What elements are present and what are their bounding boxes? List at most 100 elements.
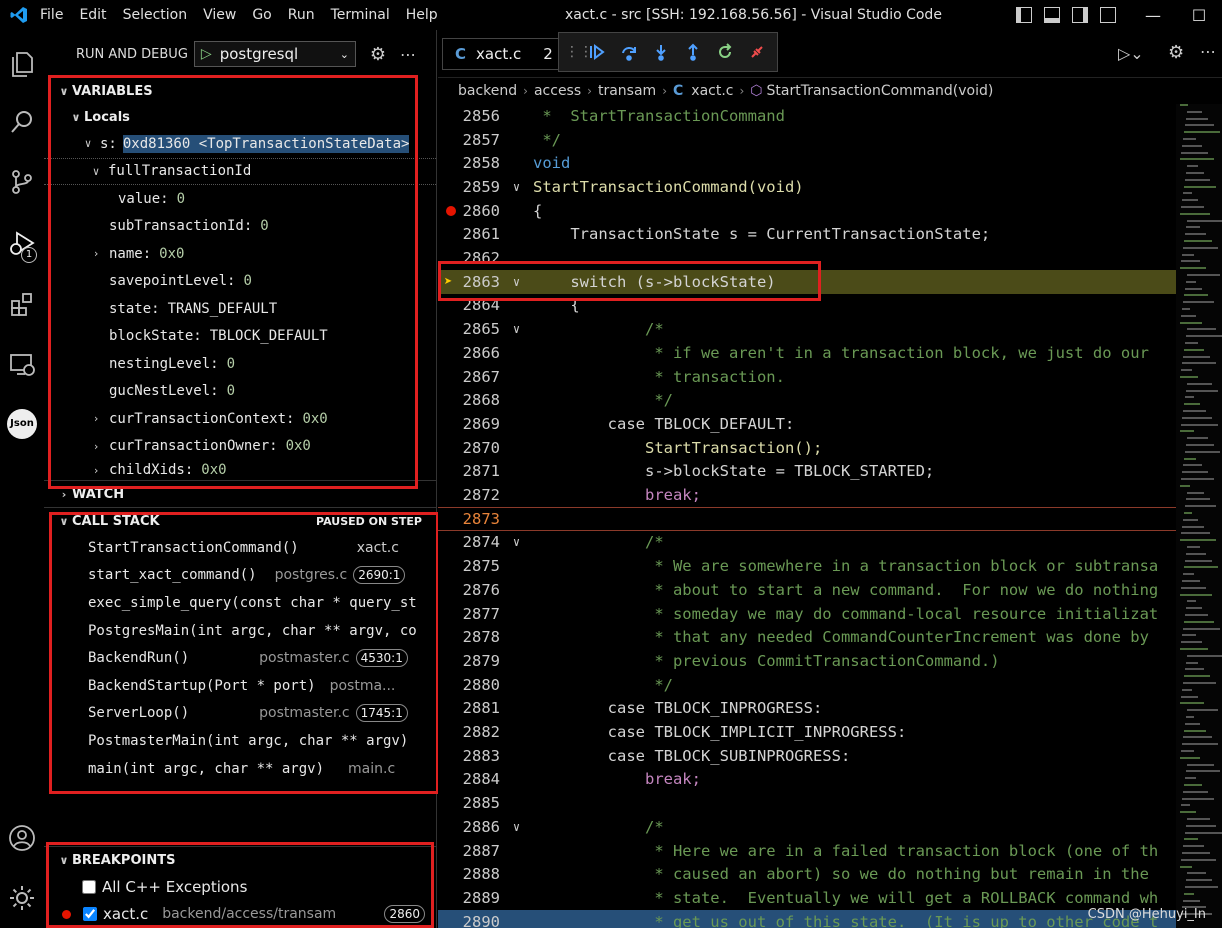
- restart-icon[interactable]: [709, 36, 741, 68]
- variable-gucNestLevel[interactable]: gucNestLevel: 0: [44, 378, 436, 406]
- editor-settings-gear-icon[interactable]: ⚙: [1168, 42, 1184, 63]
- code-line[interactable]: 2890 * get us out of this state. (It is …: [438, 909, 1178, 928]
- fold-chevron-icon[interactable]: ∨: [500, 180, 533, 194]
- code-line[interactable]: 2886 ∨ /*: [438, 815, 1178, 839]
- code-line[interactable]: 2859 ∨ StartTransactionCommand(void): [438, 175, 1178, 199]
- more-actions-icon[interactable]: ⋯: [400, 45, 416, 64]
- search-icon[interactable]: [0, 100, 44, 144]
- stack-frame[interactable]: BackendRun() postmaster.c 4530:1: [44, 644, 436, 672]
- code-line[interactable]: 2862: [438, 246, 1178, 270]
- menu-help[interactable]: Help: [398, 0, 446, 30]
- stack-frame[interactable]: PostmasterMain(int argc, char ** argv): [44, 727, 436, 755]
- accounts-icon[interactable]: [0, 816, 44, 860]
- code-line[interactable]: 2887 * Here we are in a failed transacti…: [438, 839, 1178, 863]
- json-extension-icon[interactable]: Json: [0, 402, 44, 446]
- code-editor[interactable]: 2856 * StartTransactionCommand 2857 */285…: [438, 104, 1178, 928]
- call-stack-section-header[interactable]: ∨ CALL STACK PAUSED ON STEP: [44, 507, 436, 534]
- menu-terminal[interactable]: Terminal: [323, 0, 398, 30]
- code-line[interactable]: 2881 case TBLOCK_INPROGRESS:: [438, 697, 1178, 721]
- code-line[interactable]: 2871 s->blockState = TBLOCK_STARTED;: [438, 460, 1178, 484]
- breadcrumb-item[interactable]: access: [534, 83, 581, 99]
- maximize-button[interactable]: ☐: [1176, 0, 1222, 30]
- code-line[interactable]: 2876 * about to start a new command. For…: [438, 578, 1178, 602]
- extensions-icon[interactable]: [0, 282, 44, 326]
- locals-scope[interactable]: ∨ Locals: [44, 104, 436, 130]
- toggle-secondary-sidebar-icon[interactable]: [1072, 7, 1088, 23]
- stack-frame[interactable]: PostgresMain(int argc, char ** argv, co: [44, 617, 436, 645]
- code-line[interactable]: 2874 ∨ /*: [438, 531, 1178, 555]
- code-line[interactable]: 2885: [438, 791, 1178, 815]
- variable-s[interactable]: ∨ s: 0xd81360 <TopTransactionStateData>: [44, 130, 436, 158]
- code-line[interactable]: 2878 * that any needed CommandCounterInc…: [438, 625, 1178, 649]
- stack-frame[interactable]: start_xact_command() postgres.c 2690:1: [44, 562, 436, 590]
- variable-childXids[interactable]: › childXids: 0x0: [44, 460, 436, 480]
- toggle-primary-sidebar-icon[interactable]: [1016, 7, 1032, 23]
- breakpoint-checkbox[interactable]: [83, 907, 97, 922]
- code-line[interactable]: 2869 case TBLOCK_DEFAULT:: [438, 412, 1178, 436]
- code-line[interactable]: 2888 * caused an abort) so we do nothing…: [438, 862, 1178, 886]
- remote-explorer-icon[interactable]: [0, 342, 44, 386]
- code-line[interactable]: 2858 void: [438, 151, 1178, 175]
- minimize-button[interactable]: —: [1130, 0, 1176, 30]
- menu-selection[interactable]: Selection: [115, 0, 196, 30]
- stack-frame[interactable]: ServerLoop() postmaster.c 1745:1: [44, 700, 436, 728]
- breadcrumb-item[interactable]: transam: [598, 83, 656, 99]
- disconnect-icon[interactable]: [741, 36, 773, 68]
- menu-edit[interactable]: Edit: [71, 0, 114, 30]
- debug-run-icon[interactable]: ▷⌄: [1118, 44, 1144, 63]
- step-out-icon[interactable]: [677, 36, 709, 68]
- fold-chevron-icon[interactable]: ∨: [500, 322, 533, 336]
- code-line[interactable]: 2877 * someday we may do command-local r…: [438, 602, 1178, 626]
- minimap[interactable]: [1176, 104, 1222, 928]
- code-line[interactable]: 2861 TransactionState s = CurrentTransac…: [438, 223, 1178, 247]
- explorer-icon[interactable]: [0, 42, 44, 86]
- code-line[interactable]: 2879 * previous CommitTransactionCommand…: [438, 649, 1178, 673]
- variable-savepointLevel[interactable]: savepointLevel: 0: [44, 268, 436, 296]
- stack-frame[interactable]: StartTransactionCommand() xact.c: [44, 534, 436, 562]
- code-line[interactable]: 2882 case TBLOCK_IMPLICIT_INPROGRESS:: [438, 720, 1178, 744]
- variable-curTransactionOwner[interactable]: › curTransactionOwner: 0x0: [44, 433, 436, 461]
- code-line[interactable]: 2868 */: [438, 388, 1178, 412]
- breadcrumb-item[interactable]: StartTransactionCommand(void): [767, 83, 994, 99]
- run-and-debug-icon[interactable]: 1: [0, 222, 44, 266]
- toggle-panel-icon[interactable]: [1044, 7, 1060, 23]
- watch-section-header[interactable]: › WATCH: [44, 480, 436, 507]
- code-line[interactable]: 2875 * We are somewhere in a transaction…: [438, 554, 1178, 578]
- variable-state[interactable]: state: TRANS_DEFAULT: [44, 295, 436, 323]
- code-line[interactable]: 2870 StartTransaction();: [438, 436, 1178, 460]
- start-debugging-icon[interactable]: ▷: [201, 46, 212, 62]
- code-line[interactable]: 2865 ∨ /*: [438, 317, 1178, 341]
- code-line[interactable]: 2856 * StartTransactionCommand: [438, 104, 1178, 128]
- code-line[interactable]: 2863 ∨ switch (s->blockState) ➤: [438, 269, 1178, 294]
- variable-fullTransactionId[interactable]: ∨ fullTransactionId: [44, 157, 436, 185]
- code-line[interactable]: 2872 break;: [438, 483, 1178, 507]
- stack-frame[interactable]: exec_simple_query(const char * query_st: [44, 589, 436, 617]
- breadcrumb-item[interactable]: xact.c: [691, 83, 733, 99]
- menu-file[interactable]: File: [32, 0, 71, 30]
- manage-gear-icon[interactable]: [0, 876, 44, 920]
- code-line[interactable]: 2857 */: [438, 128, 1178, 152]
- breakpoint-all-cpp-exceptions[interactable]: All C++ Exceptions: [44, 873, 437, 901]
- step-over-icon[interactable]: [613, 36, 645, 68]
- code-line[interactable]: 2866 * if we aren't in a transaction blo…: [438, 341, 1178, 365]
- code-line[interactable]: 2883 case TBLOCK_SUBINPROGRESS:: [438, 744, 1178, 768]
- menu-view[interactable]: View: [195, 0, 244, 30]
- fold-chevron-icon[interactable]: ∨: [500, 275, 533, 289]
- variable-nestingLevel[interactable]: nestingLevel: 0: [44, 350, 436, 378]
- code-line[interactable]: 2884 break;: [438, 768, 1178, 792]
- step-into-icon[interactable]: [645, 36, 677, 68]
- debug-settings-gear-icon[interactable]: ⚙: [370, 44, 386, 65]
- breakpoints-section-header[interactable]: ∨ BREAKPOINTS: [44, 846, 437, 873]
- code-line[interactable]: 2873: [438, 506, 1178, 531]
- debug-configuration-select[interactable]: ▷ postgresql ⌄: [193, 41, 356, 67]
- breakpoint-xact[interactable]: xact.c backend/access/transam 2860: [44, 901, 437, 928]
- variable-name[interactable]: › name: 0x0: [44, 240, 436, 268]
- stack-frame[interactable]: BackendStartup(Port * port) postma...: [44, 672, 436, 700]
- drag-handle-icon[interactable]: ⋮⋮: [565, 44, 593, 60]
- code-line[interactable]: 2889 * state. Eventually we will get a R…: [438, 886, 1178, 910]
- code-line[interactable]: 2860{: [438, 199, 1178, 223]
- code-line[interactable]: 2880 */: [438, 673, 1178, 697]
- code-line[interactable]: 2867 * transaction.: [438, 365, 1178, 389]
- fold-chevron-icon[interactable]: ∨: [500, 535, 533, 549]
- variables-section-header[interactable]: ∨ VARIABLES: [44, 78, 436, 104]
